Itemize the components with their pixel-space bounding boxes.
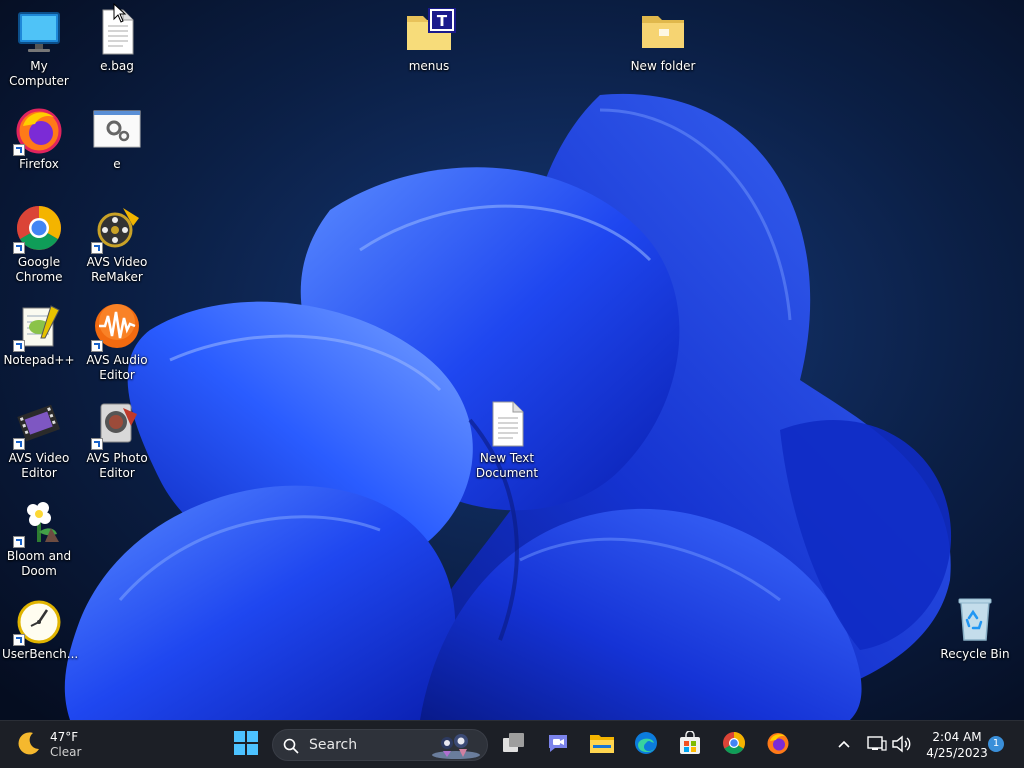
task-view-button[interactable]	[494, 725, 534, 765]
shortcut-arrow-icon	[13, 340, 25, 352]
flower-icon	[13, 498, 63, 548]
search-label: Search	[309, 737, 358, 753]
weather-condition: Clear	[50, 745, 82, 759]
desktop-icon-notepad-plus-plus[interactable]: Notepad++	[2, 302, 76, 368]
notepad-icon	[13, 302, 63, 352]
moon-icon	[16, 730, 42, 760]
windows-start-icon	[234, 731, 258, 759]
chrome-icon	[722, 731, 746, 759]
chevron-up-icon	[836, 740, 852, 759]
desktop-icon-avs-video-remaker[interactable]: AVS Video ReMaker	[80, 204, 154, 285]
edge-button[interactable]	[626, 725, 666, 765]
shortcut-arrow-icon	[13, 144, 25, 156]
chrome-taskbar-button[interactable]	[714, 725, 754, 765]
desktop-icon-new-folder[interactable]: New folder	[626, 8, 700, 74]
file-explorer-icon	[589, 732, 615, 758]
firefox-taskbar-button[interactable]	[758, 725, 798, 765]
desktop-icon-avs-video-editor[interactable]: AVS Video Editor	[2, 400, 76, 481]
desktop-icon-label: Firefox	[19, 157, 59, 171]
weather-temperature: 47°F	[50, 730, 79, 744]
desktop-icon-label: My Computer	[9, 59, 69, 88]
notification-badge[interactable]: 1	[988, 736, 1004, 752]
desktop-icon-firefox[interactable]: Firefox	[2, 106, 76, 172]
desktop-icon-label: AVS Photo Editor	[86, 451, 148, 480]
desktop-icon-label: menus	[408, 59, 450, 73]
volume-button[interactable]	[890, 733, 912, 759]
desktop-icon-my-computer[interactable]: My Computer	[2, 8, 76, 89]
recycle-bin-icon	[951, 596, 999, 644]
mouse-cursor-icon	[113, 2, 127, 27]
svg-text:T: T	[437, 12, 448, 30]
chrome-icon	[13, 204, 63, 254]
desktop-icon-label: e	[113, 157, 121, 171]
start-button[interactable]	[226, 725, 266, 765]
shortcut-arrow-icon	[91, 242, 103, 254]
shortcut-arrow-icon	[91, 438, 103, 450]
desktop-icon-e[interactable]: e	[80, 106, 154, 172]
firefox-icon	[13, 106, 63, 156]
weather-widget[interactable]: 47°F Clear	[16, 727, 81, 763]
folder-icon	[639, 8, 687, 56]
desktop-icon-new-text-document[interactable]: New Text Document	[470, 400, 544, 481]
desktop-icon-label: AVS Audio Editor	[86, 353, 148, 382]
edge-icon	[634, 731, 658, 759]
desktop-icon-menus[interactable]: T menus	[392, 8, 466, 74]
network-status-button[interactable]	[866, 733, 888, 759]
desktop-icon-label: AVS Video ReMaker	[86, 255, 148, 284]
shortcut-arrow-icon	[13, 536, 25, 548]
desktop-icon-label: Recycle Bin	[940, 647, 1010, 661]
taskbar-clock[interactable]: 2:04 AM 4/25/2023	[920, 729, 994, 761]
desktop-icon-google-chrome[interactable]: Google Chrome	[2, 204, 76, 285]
shortcut-arrow-icon	[13, 242, 25, 254]
chat-icon	[546, 731, 570, 759]
desktop-icon-label: Bloom and Doom	[6, 549, 72, 578]
clock-date: 4/25/2023	[926, 746, 988, 760]
taskbar: 47°F Clear Search 2:04 AM 4/25/2023	[0, 720, 1024, 768]
monitor-icon	[15, 8, 63, 56]
desktop-icon-recycle-bin[interactable]: Recycle Bin	[938, 596, 1012, 662]
shortcut-arrow-icon	[91, 340, 103, 352]
settings-file-icon	[93, 106, 141, 154]
desktop-icon-label: New folder	[630, 59, 696, 73]
speaker-icon	[890, 735, 912, 759]
desktop-icon-label: New Text Document	[475, 451, 539, 480]
photo-editor-icon	[91, 400, 141, 450]
show-hidden-icons-button[interactable]	[836, 733, 852, 759]
desktop-icon-label: Google Chrome	[15, 255, 63, 284]
desktop-icon-label: UserBench...	[2, 647, 79, 661]
audio-wave-icon	[91, 302, 141, 352]
chat-button[interactable]	[538, 725, 578, 765]
film-reel-icon	[91, 204, 141, 254]
desktop-icon-avs-audio-editor[interactable]: AVS Audio Editor	[80, 302, 154, 383]
film-strip-icon	[13, 400, 63, 450]
shortcut-arrow-icon	[13, 438, 25, 450]
file-explorer-button[interactable]	[582, 725, 622, 765]
shortcut-arrow-icon	[13, 634, 25, 646]
weather-text: 47°F Clear	[50, 730, 81, 760]
firefox-icon	[766, 731, 790, 759]
store-button[interactable]	[670, 725, 710, 765]
desktop-icon-label: e.bag	[100, 59, 134, 73]
text-document-icon	[483, 400, 531, 448]
task-view-icon	[502, 732, 526, 758]
clock-time: 2:04 AM	[932, 730, 982, 744]
taskbar-search-box[interactable]: Search	[272, 729, 488, 761]
desktop-icon-avs-photo-editor[interactable]: AVS Photo Editor	[80, 400, 154, 481]
desktop-icon-label: Notepad++	[3, 353, 75, 367]
desktop-icon-bloom-and-doom[interactable]: Bloom and Doom	[2, 498, 76, 579]
network-icon	[866, 736, 888, 759]
search-icon	[283, 738, 299, 758]
desktop-icon-label: AVS Video Editor	[8, 451, 70, 480]
desktop-icon-userbenchmark[interactable]: UserBench...	[2, 596, 79, 662]
store-icon	[678, 730, 702, 759]
search-highlight-illustration-icon	[429, 731, 483, 763]
folder-icon: T	[405, 8, 456, 56]
stopwatch-icon	[13, 596, 63, 646]
